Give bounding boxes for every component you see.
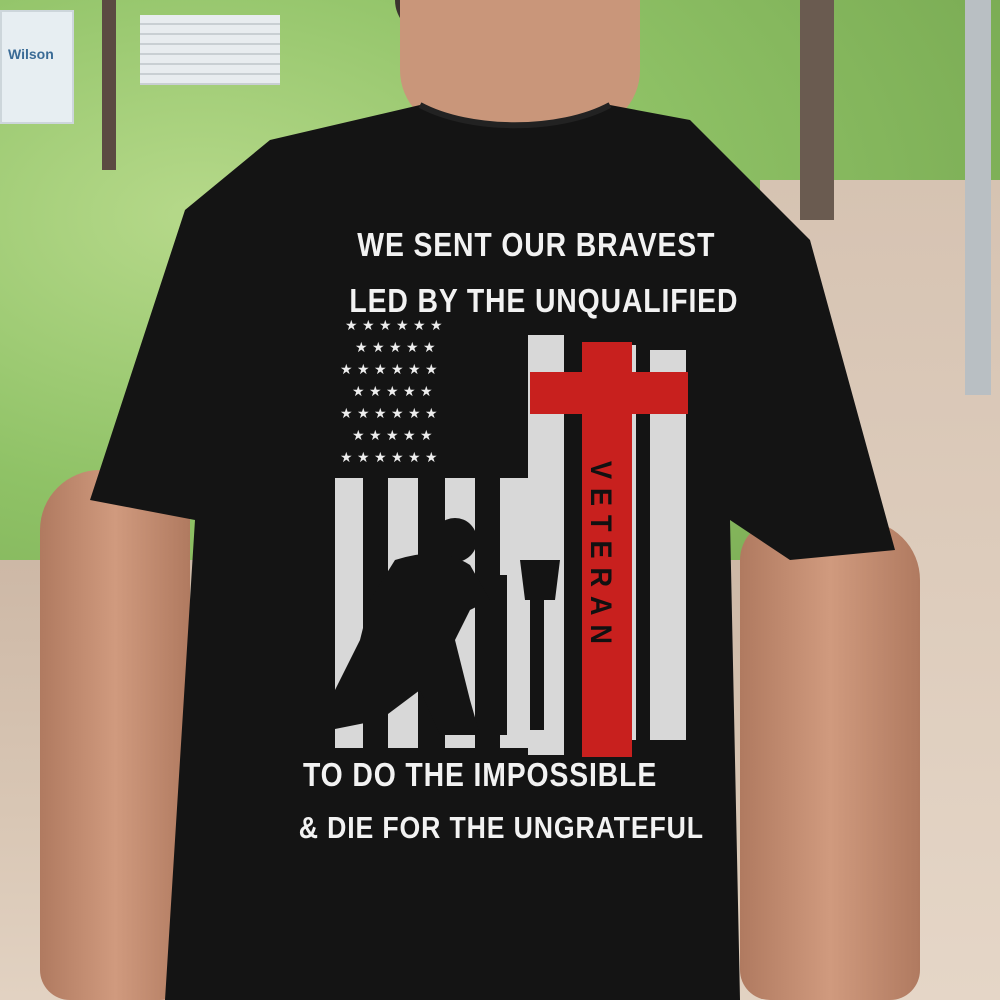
svg-text:★ ★ ★ ★ ★: ★ ★ ★ ★ ★ [352, 384, 433, 400]
svg-text:★ ★ ★ ★ ★ ★: ★ ★ ★ ★ ★ ★ [345, 318, 443, 334]
photo-scene: Wilson ★ ★ ★ ★ ★ ★ ★ ★ ★ ★ ★ ★ ★ ★ ★ ★ ★… [0, 0, 1000, 1000]
flag-graphic: ★ ★ ★ ★ ★ ★ ★ ★ ★ ★ ★ ★ ★ ★ ★ ★ ★ ★ ★ ★ … [330, 318, 688, 757]
svg-text:★ ★ ★ ★ ★ ★: ★ ★ ★ ★ ★ ★ [340, 450, 438, 466]
stars-field: ★ ★ ★ ★ ★ ★ ★ ★ ★ ★ ★ ★ ★ ★ ★ ★ ★ ★ ★ ★ … [340, 318, 443, 466]
svg-text:★ ★ ★ ★ ★ ★: ★ ★ ★ ★ ★ ★ [340, 362, 438, 378]
svg-text:★ ★ ★ ★ ★: ★ ★ ★ ★ ★ [352, 428, 433, 444]
slogan-top-line2: LED BY THE UNQUALIFIED [349, 282, 739, 319]
slogan-bottom-line1: TO DO THE IMPOSSIBLE [303, 756, 658, 793]
svg-text:★ ★ ★ ★ ★: ★ ★ ★ ★ ★ [355, 340, 436, 356]
slogan-bottom-line2: & DIE FOR THE UNGRATEFUL [298, 810, 704, 845]
cross-veteran-text: VETERAN [584, 460, 617, 654]
svg-text:★ ★ ★ ★ ★ ★: ★ ★ ★ ★ ★ ★ [340, 406, 438, 422]
slogan-top-line1: WE SENT OUR BRAVEST [357, 226, 716, 263]
